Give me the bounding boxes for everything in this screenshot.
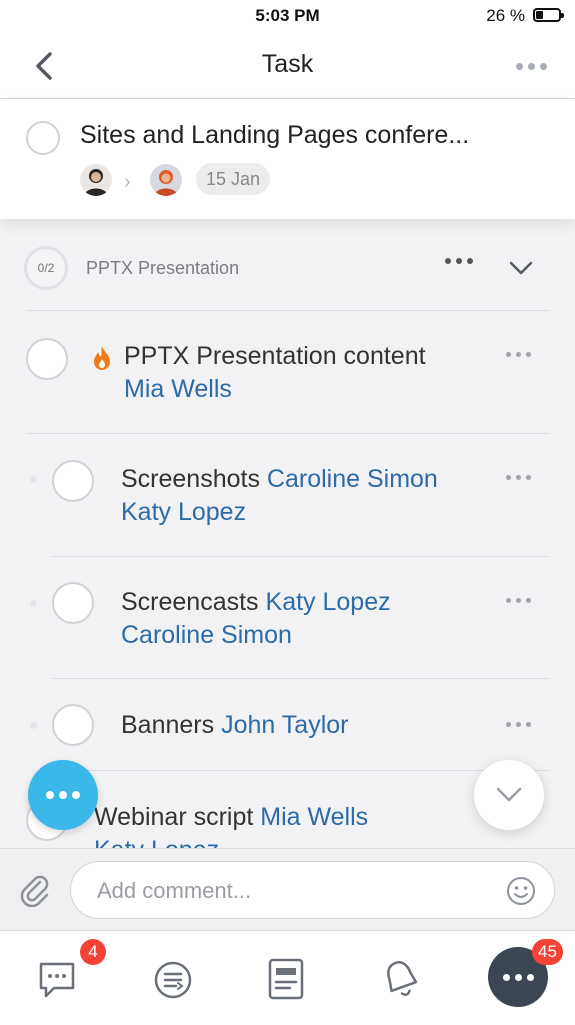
section-progress: 0/2 <box>24 246 68 290</box>
subtask-title: PPTX Presentation content <box>124 342 426 370</box>
emoji-icon[interactable] <box>506 876 536 906</box>
tab-notifications[interactable] <box>380 957 422 1006</box>
collapse-section-button[interactable] <box>506 258 536 278</box>
assignee-link[interactable]: Caroline Simon <box>267 465 438 493</box>
document-icon <box>268 958 304 1000</box>
page-title: Task <box>261 50 314 78</box>
divider <box>26 433 550 434</box>
tab-tasks[interactable] <box>152 959 194 1006</box>
comment-placeholder: Add comment... <box>97 878 252 903</box>
assignee-link[interactable]: John Taylor <box>221 711 348 739</box>
row-more-button[interactable] <box>506 475 531 480</box>
assignee-link[interactable]: Katy Lopez <box>121 498 246 526</box>
fire-icon <box>94 346 110 370</box>
avatar[interactable] <box>80 164 112 196</box>
section-title[interactable]: PPTX Presentation <box>86 258 239 279</box>
chevron-down-icon <box>509 261 533 275</box>
chevron-down-icon <box>496 787 522 802</box>
status-bar: 5:03 PM 26 % <box>0 0 575 34</box>
subtask-checkbox[interactable] <box>52 582 94 624</box>
subtask-title: Webinar script <box>94 803 254 831</box>
list-item[interactable]: Webinar script Mia Wells Katy Lopez <box>94 801 424 848</box>
list-item[interactable]: PPTX Presentation content Mia Wells <box>124 340 426 406</box>
assignee-link[interactable]: Mia Wells <box>124 375 232 403</box>
chat-icon <box>39 962 75 998</box>
task-header: Sites and Landing Pages confere... › 15 … <box>0 99 575 219</box>
scroll-down-button[interactable] <box>474 760 544 830</box>
assignee-link[interactable]: Mia Wells <box>260 803 368 831</box>
divider <box>52 678 550 679</box>
list-item[interactable]: Screencasts Katy Lopez Caroline Simon <box>121 586 451 652</box>
nav-bar: Task <box>0 34 575 99</box>
comment-input[interactable]: Add comment... <box>70 861 555 919</box>
more-button[interactable] <box>511 56 551 76</box>
tab-notes[interactable] <box>266 957 306 1006</box>
section-more-button[interactable] <box>445 258 473 264</box>
subtask-checkbox[interactable] <box>52 704 94 746</box>
row-more-button[interactable] <box>506 722 531 727</box>
more-badge: 45 <box>532 939 563 965</box>
subtask-checkbox[interactable] <box>52 460 94 502</box>
tab-bar: 4 45 <box>0 930 575 1025</box>
list-item[interactable]: Screenshots Caroline Simon Katy Lopez <box>121 463 491 529</box>
assignee-link[interactable]: Caroline Simon <box>121 621 292 649</box>
subtask-checkbox[interactable] <box>26 338 68 380</box>
paperclip-icon[interactable] <box>18 873 52 907</box>
subtask-title: Screencasts <box>121 588 259 616</box>
divider <box>52 556 550 557</box>
more-horizontal-icon <box>28 760 98 830</box>
due-date-chip[interactable]: 15 Jan <box>196 163 271 195</box>
comment-bar: Add comment... <box>0 848 575 931</box>
row-more-button[interactable] <box>506 598 531 603</box>
list-item[interactable]: Banners John Taylor <box>121 709 348 742</box>
drag-handle[interactable] <box>30 476 37 483</box>
task-complete-checkbox[interactable] <box>26 121 60 155</box>
row-more-button[interactable] <box>506 352 531 357</box>
assignee-link[interactable]: Katy Lopez <box>266 588 391 616</box>
quick-actions-button[interactable] <box>28 760 98 830</box>
battery-icon <box>533 8 564 22</box>
assignee-link[interactable]: Katy Lopez <box>94 836 219 848</box>
task-title[interactable]: Sites and Landing Pages confere... <box>80 121 469 150</box>
subtask-title: Screenshots <box>121 465 260 493</box>
task-list-icon <box>154 961 192 999</box>
battery-percent: 26 % <box>486 6 525 25</box>
tab-chats[interactable] <box>36 959 78 1006</box>
divider <box>26 310 550 311</box>
chat-badge: 4 <box>80 939 106 965</box>
avatar[interactable] <box>150 164 182 196</box>
bell-icon <box>387 961 418 996</box>
subtask-title: Banners <box>121 711 215 739</box>
chevron-right-icon: › <box>124 171 131 193</box>
drag-handle[interactable] <box>30 722 37 729</box>
section-header: 0/2 PPTX Presentation <box>0 230 575 310</box>
drag-handle[interactable] <box>30 600 37 607</box>
